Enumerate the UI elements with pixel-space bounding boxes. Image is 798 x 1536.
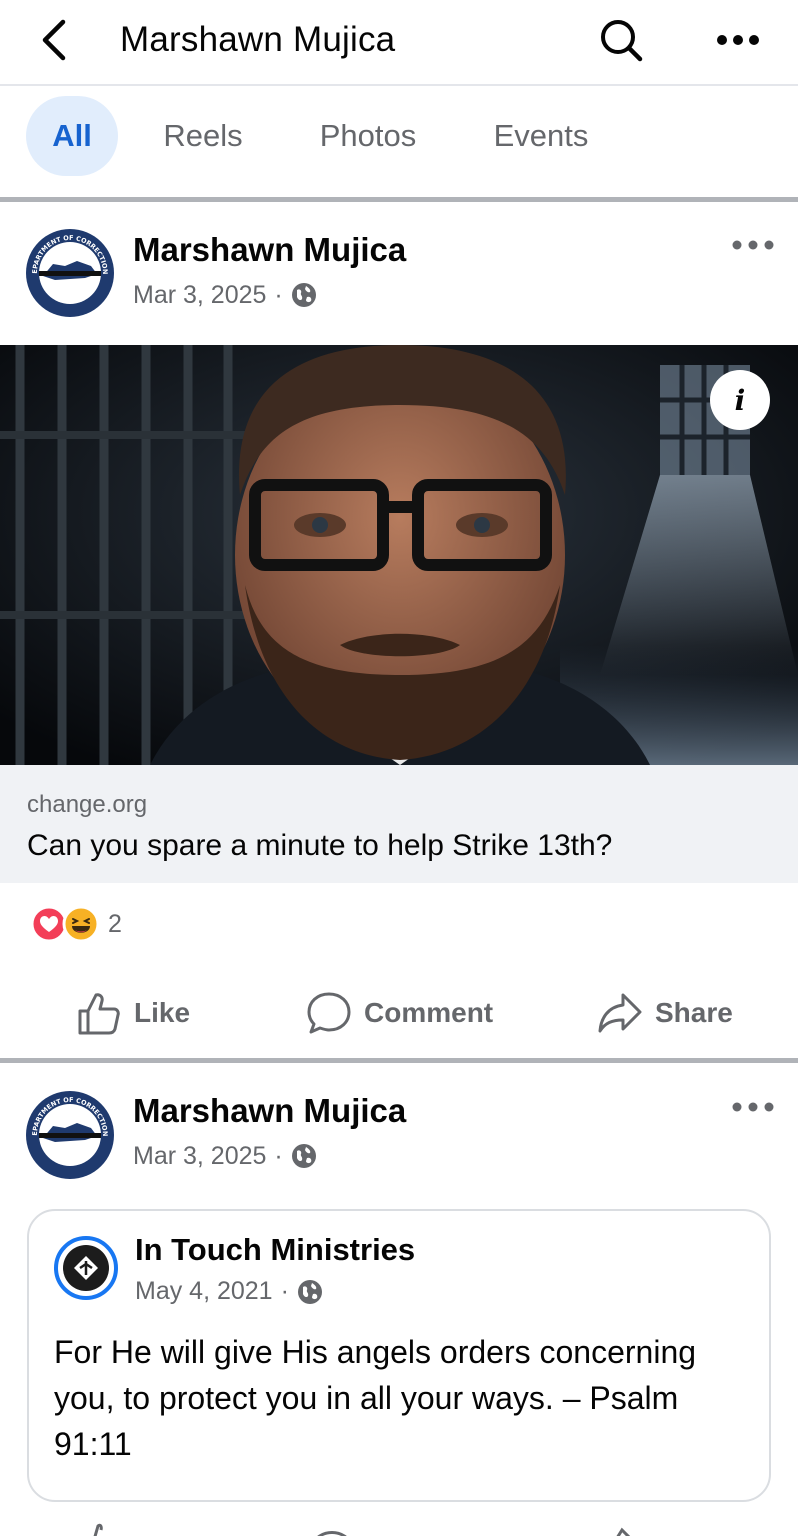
comment-button[interactable]: Comment [306, 982, 493, 1044]
shared-date[interactable]: May 4, 2021 [135, 1277, 273, 1306]
share-label: Share [655, 997, 733, 1028]
post-meta: Mar 3, 2025 · [133, 1141, 317, 1171]
filter-tabs: All Reels Photos Events [0, 88, 798, 198]
share-button[interactable]: Share [597, 982, 733, 1044]
post-options-button[interactable] [728, 230, 778, 260]
department-seal-logo: DEPARTMENT OF CORRECTIONS PUBLIC SAFETY … [25, 228, 114, 317]
post-date[interactable]: Mar 3, 2025 [133, 1141, 266, 1171]
page-title: Marshawn Mujica [120, 20, 396, 59]
avatar[interactable]: DEPARTMENT OF CORRECTIONS PUBLIC SAFETY … [25, 1090, 115, 1180]
more-horizontal-icon [732, 240, 774, 250]
post-meta: Mar 3, 2025 · [133, 280, 317, 310]
link-title: Can you spare a minute to help Strike 13… [27, 829, 613, 862]
more-options-button[interactable] [712, 14, 764, 66]
tab-photos[interactable]: Photos [293, 96, 443, 176]
back-button[interactable] [30, 14, 78, 66]
post-options-button[interactable] [728, 1092, 778, 1122]
shared-post-text: For He will give His angels orders conce… [54, 1334, 697, 1462]
comment-label: Comment [364, 997, 494, 1028]
post-image[interactable]: i [0, 345, 798, 765]
avatar[interactable]: DEPARTMENT OF CORRECTIONS PUBLIC SAFETY … [25, 228, 115, 318]
shared-meta: May 4, 2021 · [135, 1277, 323, 1306]
info-icon[interactable]: i [710, 370, 770, 430]
share-icon [598, 993, 642, 1033]
shared-avatar[interactable] [54, 1236, 118, 1300]
tab-reels[interactable]: Reels [140, 96, 266, 176]
search-button[interactable] [595, 14, 647, 66]
haha-reaction-icon [62, 905, 100, 943]
more-horizontal-icon [732, 1102, 774, 1112]
comment-icon [307, 992, 351, 1034]
reaction-summary[interactable]: 2 [30, 905, 122, 943]
globe-icon [297, 1279, 322, 1304]
shared-post-card[interactable]: In Touch Ministries May 4, 2021 · For He… [27, 1209, 771, 1502]
ministry-logo-icon [74, 1256, 98, 1280]
post-card: DEPARTMENT OF CORRECTIONS PUBLIC SAFETY … [0, 202, 798, 1058]
like-button[interactable]: Like [76, 982, 190, 1044]
post-date[interactable]: Mar 3, 2025 [133, 280, 266, 310]
like-label: Like [134, 997, 191, 1028]
link-domain: change.org [27, 791, 148, 818]
ministry-logo [63, 1245, 109, 1291]
tab-all[interactable]: All [26, 96, 118, 176]
post-card: DEPARTMENT OF CORRECTIONS PUBLIC SAFETY … [0, 1063, 798, 1536]
meta-separator: · [274, 281, 283, 309]
partial-action-icons [93, 1523, 631, 1536]
meta-separator: · [274, 1142, 283, 1170]
post-author[interactable]: Marshawn Mujica [133, 1091, 406, 1131]
portrait-photo [0, 345, 798, 765]
post-actions-partial [0, 1518, 798, 1536]
reaction-count: 2 [108, 909, 122, 938]
department-seal-logo: DEPARTMENT OF CORRECTIONS PUBLIC SAFETY … [25, 1090, 114, 1179]
search-icon [601, 20, 643, 62]
post-author[interactable]: Marshawn Mujica [133, 230, 406, 270]
tab-events[interactable]: Events [470, 96, 612, 176]
chevron-left-icon [42, 19, 66, 61]
top-app-bar: Marshawn Mujica [0, 0, 798, 86]
more-horizontal-icon [717, 35, 759, 45]
globe-icon [291, 1144, 316, 1168]
globe-icon [291, 283, 316, 307]
meta-separator: · [280, 1277, 289, 1305]
post-actions: Like Comment Share [0, 982, 798, 1044]
shared-author[interactable]: In Touch Ministries [135, 1231, 415, 1269]
link-preview[interactable]: change.org Can you spare a minute to hel… [0, 765, 798, 883]
thumbs-up-icon [78, 993, 120, 1035]
